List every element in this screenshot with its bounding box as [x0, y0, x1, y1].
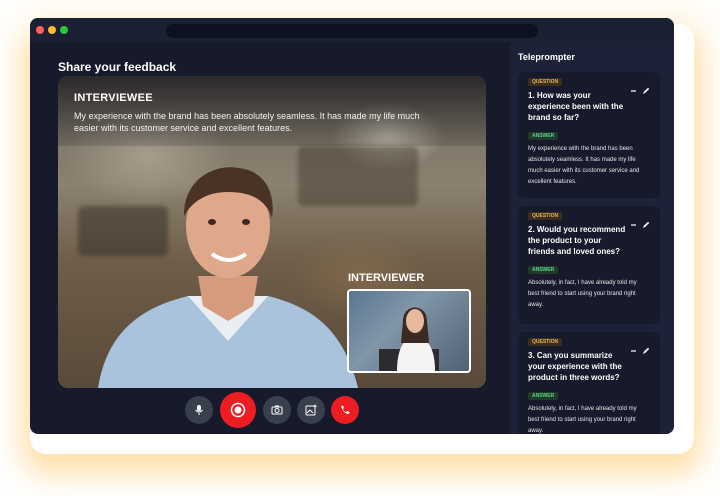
teleprompter-card: QUESTION 1. How was your experience been…	[518, 72, 660, 198]
add-media-button[interactable]	[297, 396, 325, 424]
teleprompter-title: Teleprompter	[518, 52, 575, 62]
title-bar	[30, 18, 674, 42]
answer-text: Absolutely, in fact, I have already told…	[528, 406, 637, 434]
card-action-icons	[631, 221, 650, 228]
interviewee-video: INTERVIEWEE My experience with the brand…	[58, 76, 486, 388]
interviewee-label: INTERVIEWEE	[74, 92, 153, 104]
camera-icon	[271, 405, 283, 415]
minimize-window-button[interactable]	[48, 26, 56, 34]
record-button[interactable]	[220, 392, 256, 428]
mic-icon	[195, 405, 203, 415]
interviewee-person	[98, 167, 358, 388]
question-text: 3. Can you summarize your experience wit…	[528, 351, 622, 382]
interviewer-label: INTERVIEWER	[348, 272, 425, 284]
answer-text: My experience with the brand has been ab…	[528, 146, 640, 185]
answer-tag: ANSWER	[528, 392, 559, 400]
card-actions	[630, 216, 650, 228]
edit-icon	[643, 87, 650, 94]
card-actions	[630, 342, 650, 354]
question-tag: QUESTION	[528, 338, 563, 346]
question-text: 2. Would you recommend the product to yo…	[528, 225, 626, 256]
microphone-button[interactable]	[185, 396, 213, 424]
maximize-window-button[interactable]	[60, 26, 68, 34]
page-title: Share your feedback	[58, 60, 177, 74]
card-action-icons	[631, 87, 650, 94]
phone-icon	[341, 405, 350, 415]
question-tag: QUESTION	[528, 212, 563, 220]
add-image-icon	[305, 404, 317, 416]
interviewee-transcript: My experience with the brand has been ab…	[74, 111, 420, 133]
address-bar[interactable]	[166, 24, 538, 38]
answer-tag: ANSWER	[528, 132, 559, 140]
card-actions	[630, 82, 650, 94]
edit-icon	[643, 347, 650, 354]
app-window: Share your feedback INTERVIEWEE My exper…	[30, 18, 674, 434]
teleprompter-card: QUESTION 2. Would you recommend the prod…	[518, 206, 660, 324]
interviewer-person	[349, 291, 469, 371]
answer-text: Absolutely, in fact, I have already told…	[528, 280, 637, 308]
answer-tag: ANSWER	[528, 266, 559, 274]
interviewer-video[interactable]	[347, 289, 471, 373]
record-icon	[230, 402, 246, 418]
end-call-button[interactable]	[331, 396, 359, 424]
teleprompter-card: QUESTION 3. Can you summarize your exper…	[518, 332, 660, 434]
card-action-icons	[631, 347, 650, 354]
question-tag: QUESTION	[528, 78, 563, 86]
question-text: 1. How was your experience been with the…	[528, 91, 624, 122]
edit-icon	[643, 221, 650, 228]
close-window-button[interactable]	[36, 26, 44, 34]
camera-button[interactable]	[263, 396, 291, 424]
teleprompter-panel: Teleprompter QUESTION 1. How was your ex…	[510, 42, 674, 434]
